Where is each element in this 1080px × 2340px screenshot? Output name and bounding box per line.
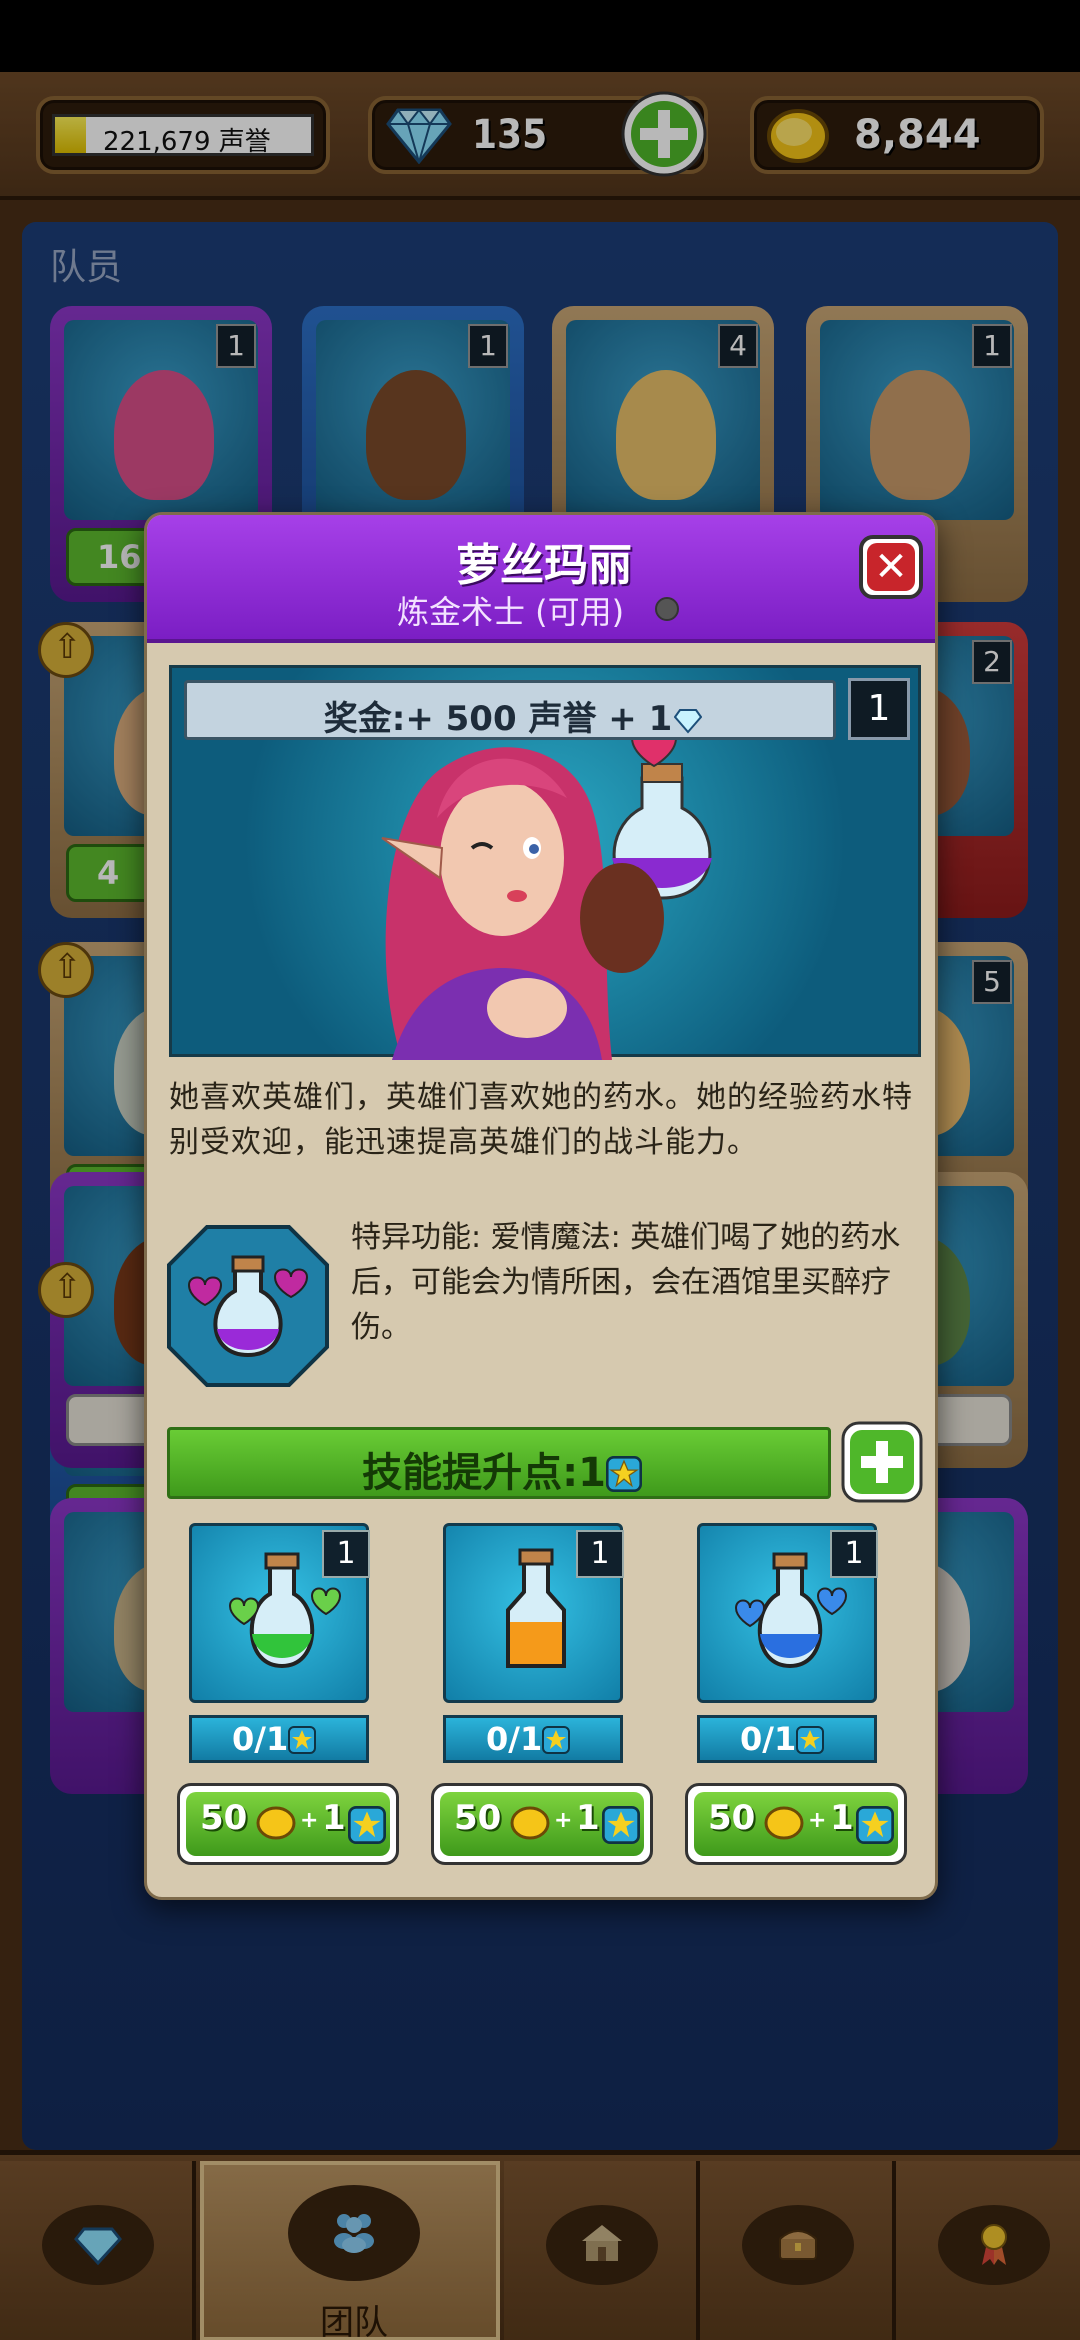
gold-coin-icon [256, 1806, 296, 1840]
bonus-bar: 奖金:+ 500 声誉 + 1 [184, 680, 836, 740]
star-icon [605, 1456, 642, 1492]
bonus-text: 奖金:+ 500 声誉 + 1 [323, 699, 673, 739]
upgrade-skill-button[interactable]: 50 + 1 [177, 1783, 399, 1865]
star-icon [348, 1806, 386, 1844]
skill-level: 1 [830, 1530, 878, 1578]
hero-artwork: 奖金:+ 500 声誉 + 1 1 [169, 665, 921, 1060]
gold-coin-icon [510, 1806, 550, 1840]
close-button[interactable]: ✕ [859, 535, 923, 599]
skill-slot: 1 0/1 50 + 1 [431, 1523, 653, 1879]
diamond-icon [674, 709, 703, 734]
gold-cost: 50 [200, 1798, 248, 1838]
upgrade-skill-button[interactable]: 50 + 1 [431, 1783, 653, 1865]
skill-tile[interactable]: 1 [697, 1523, 878, 1703]
skill-tile[interactable]: 1 [443, 1523, 624, 1703]
hero-detail-modal: 萝丝玛丽 炼金术士 (可用) ✕ 奖金:+ 500 声誉 + 1 1 她喜欢英雄… [144, 512, 938, 1900]
skill-level: 1 [322, 1530, 370, 1578]
star-icon [288, 1726, 317, 1754]
upgrade-skill-button[interactable]: 50 + 1 [685, 1783, 907, 1865]
skill-points-text: 技能提升点:1 [362, 1450, 606, 1496]
skill-progress: 0/1 [697, 1715, 877, 1763]
star-cost: 1 [322, 1798, 346, 1838]
star-icon [542, 1726, 571, 1754]
skill-slot: 1 0/1 50 + 1 [685, 1523, 907, 1879]
star-icon [796, 1726, 825, 1754]
gold-cost: 50 [708, 1798, 756, 1838]
star-cost: 1 [576, 1798, 600, 1838]
hero-name: 萝丝玛丽 [456, 540, 632, 591]
skill-level: 1 [576, 1530, 624, 1578]
hero-level-badge: 1 [848, 678, 910, 740]
modal-header: 萝丝玛丽 炼金术士 (可用) ✕ [147, 515, 935, 643]
skill-progress: 0/1 [189, 1715, 369, 1763]
gold-coin-icon [764, 1806, 804, 1840]
star-cost: 1 [830, 1798, 854, 1838]
love-potion-icon [167, 1225, 329, 1387]
star-icon [856, 1806, 894, 1844]
skill-slot: 1 0/1 50 + 1 [177, 1523, 399, 1879]
skill-tile[interactable]: 1 [189, 1523, 370, 1703]
hero-class: 炼金术士 (可用) [397, 593, 625, 631]
hero-description: 她喜欢英雄们，英雄们喜欢她的药水。她的经验药水特别受欢迎，能迅速提高英雄们的战斗… [169, 1080, 913, 1160]
availability-dot [655, 597, 679, 621]
close-icon: ✕ [874, 544, 908, 590]
special-ability-text: 特异功能: 爱情魔法: 英雄们喝了她的药水后，可能会为情所困，会在酒馆里买醉疗伤… [351, 1220, 901, 1345]
add-skill-point-button[interactable] [841, 1421, 923, 1503]
skill-points-bar: 技能提升点:1 [167, 1427, 831, 1499]
skill-progress: 0/1 [443, 1715, 623, 1763]
star-icon [602, 1806, 640, 1844]
gold-cost: 50 [454, 1798, 502, 1838]
